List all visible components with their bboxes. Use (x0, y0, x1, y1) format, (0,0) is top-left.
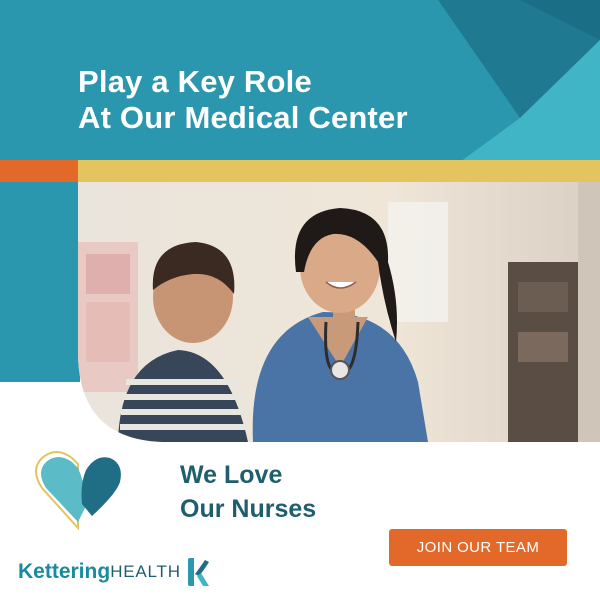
join-our-team-button[interactable]: JOIN OUR TEAM (389, 529, 567, 566)
logo-word-health: HEALTH (110, 562, 181, 581)
teal-side-panel (0, 160, 80, 382)
ad-banner: Play a Key Role At Our Medical Center We… (0, 0, 600, 600)
gold-accent-bar (78, 160, 600, 182)
headline: Play a Key Role At Our Medical Center (78, 64, 408, 136)
tagline-line-2: Our Nurses (180, 495, 317, 523)
headline-line-1: Play a Key Role (78, 64, 312, 99)
heart-icon (35, 451, 121, 531)
orange-accent-bar (0, 160, 78, 182)
headline-line-2: At Our Medical Center (78, 100, 408, 135)
kettering-health-logo[interactable]: Kettering HEALTH (18, 554, 211, 590)
tagline-line-1: We Love (180, 461, 283, 489)
nurse-with-child-photo (78, 182, 600, 442)
kettering-k-mark-icon (187, 558, 209, 586)
logo-word-kettering: Kettering (18, 560, 111, 583)
tagline: We Love Our Nurses (180, 458, 316, 526)
